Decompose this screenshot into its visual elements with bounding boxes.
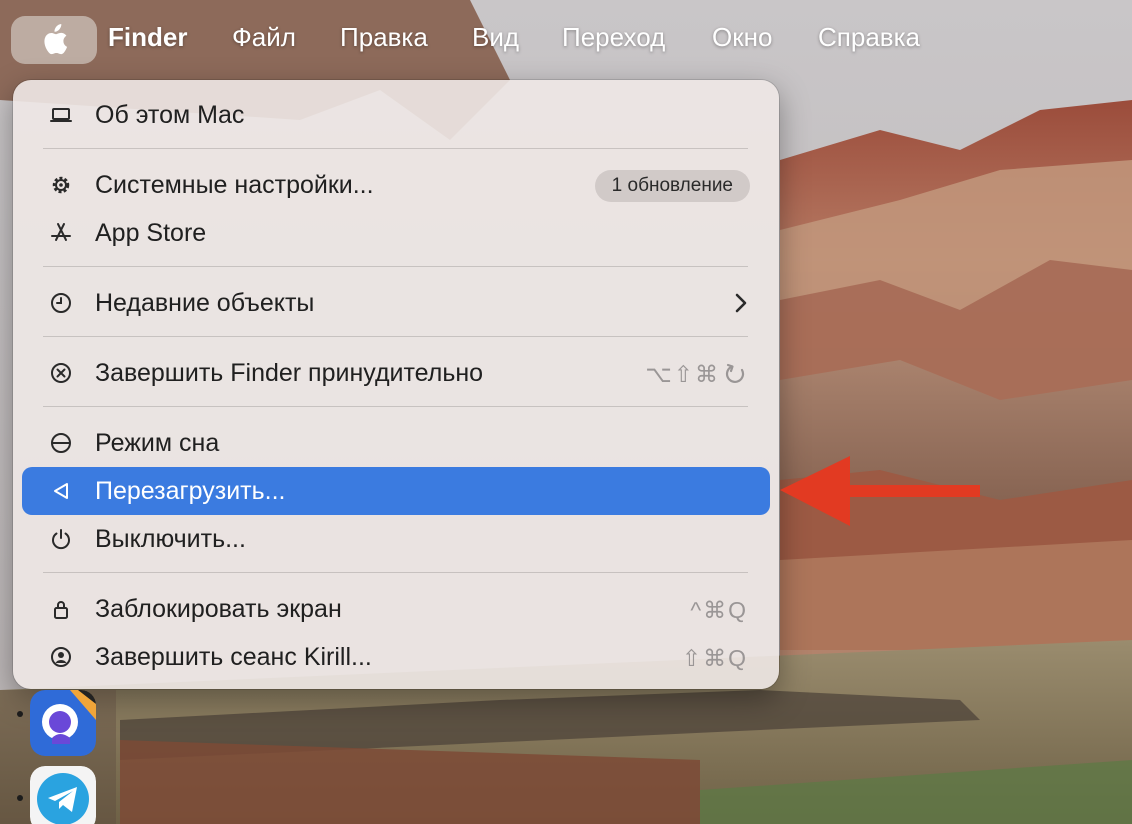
menu-item-restart[interactable]: Перезагрузить... [22,467,770,515]
appstore-icon [48,221,74,245]
menu-bar: Finder Файл Правка Вид Переход Окно Спра… [0,0,1132,78]
menu-item-shut-down[interactable]: Выключить... [22,515,770,563]
menu-item-app-store[interactable]: App Store [22,209,770,257]
shortcut-keys: ⇧⌘Q [681,645,748,671]
running-indicator [17,711,23,717]
menu-finder[interactable]: Finder [108,22,187,53]
menu-item-label: Перезагрузить... [95,477,286,505]
shortcut-keys: ⌥⇧⌘ [645,361,720,387]
search-app-icon[interactable] [30,690,96,756]
update-badge: 1 обновление [594,170,750,202]
chevron-right-icon [735,293,747,313]
menu-separator [43,406,748,407]
menu-item-label: Системные настройки... [95,171,374,199]
menu-item-label: Завершить сеанс Kirill... [95,643,372,671]
laptop-icon [48,103,74,127]
gear-icon [48,173,74,197]
force-quit-icon [48,361,74,385]
power-icon [48,527,74,551]
menu-separator [43,148,748,149]
annotation-arrow-icon [780,456,980,526]
menu-help[interactable]: Справка [818,22,920,53]
menu-item-recent-items[interactable]: Недавние объекты [22,279,770,327]
apple-logo-icon [44,24,68,55]
menu-go[interactable]: Переход [562,22,665,53]
apple-menu-button[interactable] [11,16,97,64]
shortcut-keys: ^⌘Q [690,597,748,623]
telegram-icon[interactable] [30,766,96,824]
menu-view[interactable]: Вид [472,22,519,53]
menu-edit[interactable]: Правка [340,22,428,53]
menu-item-force-quit[interactable]: Завершить Finder принудительно ⌥⇧⌘ [22,349,770,397]
menu-file[interactable]: Файл [232,22,296,53]
menu-item-label: Недавние объекты [95,289,315,317]
menu-item-system-settings[interactable]: Системные настройки... 1 обновление [22,161,770,209]
menu-item-sleep[interactable]: Режим сна [22,419,770,467]
menu-item-log-out[interactable]: Завершить сеанс Kirill... ⇧⌘Q [22,633,770,681]
escape-key-icon [725,363,745,383]
menu-item-label: Об этом Mac [95,101,245,129]
menu-item-label: App Store [95,219,207,247]
menu-item-label: Режим сна [95,429,220,457]
menu-item-about[interactable]: Об этом Mac [22,91,770,139]
dock [0,690,116,824]
menu-separator [43,266,748,267]
menu-item-label: Завершить Finder принудительно [95,359,484,387]
running-indicator [17,795,23,801]
menu-window[interactable]: Окно [712,22,772,53]
menu-separator [43,336,748,337]
restart-icon [48,479,74,503]
menu-item-label: Заблокировать экран [95,595,342,623]
menu-item-label: Выключить... [95,525,246,553]
user-icon [48,645,74,669]
lock-icon [48,597,74,621]
clock-icon [48,291,74,315]
apple-menu-dropdown: Об этом Mac Системные настройки... 1 обн… [13,80,779,689]
sleep-icon [48,431,74,455]
menu-separator [43,572,748,573]
menu-item-lock-screen[interactable]: Заблокировать экран ^⌘Q [22,585,770,633]
